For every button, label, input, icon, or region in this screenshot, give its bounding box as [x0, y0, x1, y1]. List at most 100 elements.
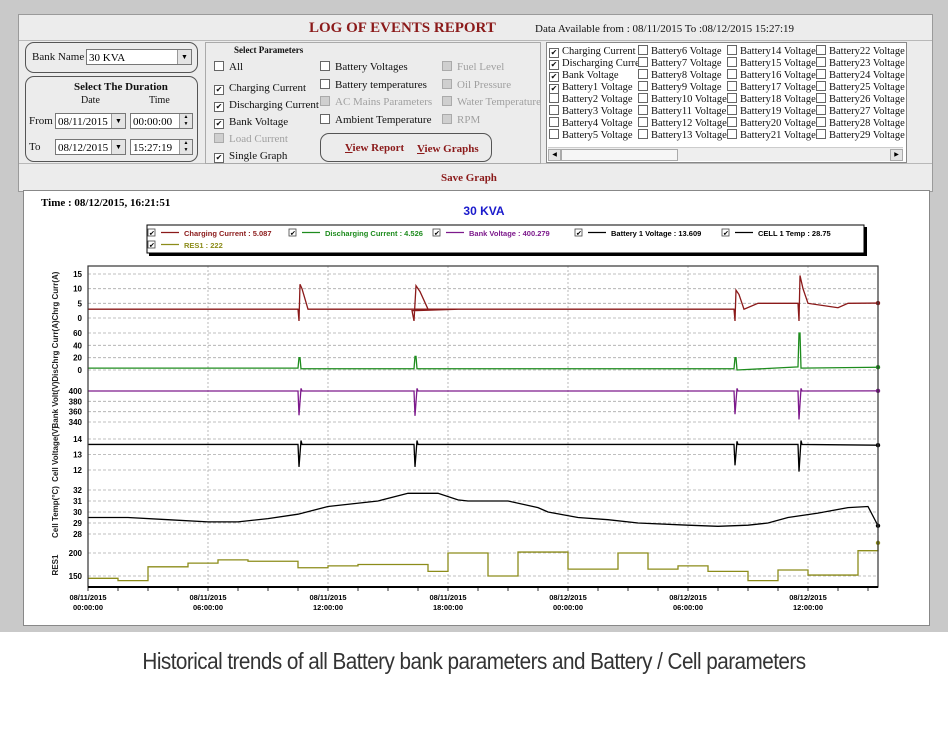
- chevron-down-icon[interactable]: ▼: [111, 140, 125, 154]
- view-report-accel: V: [345, 142, 353, 154]
- checkbox-icon[interactable]: [816, 69, 826, 79]
- checkbox-icon[interactable]: [816, 93, 826, 103]
- to-time-spinner[interactable]: 15:27:19 ▲ ▼: [130, 139, 193, 155]
- param-ambient-temperature-checkbox[interactable]: Ambient Temperature: [320, 114, 431, 127]
- checkbox-icon[interactable]: [816, 45, 826, 55]
- series-battery13-voltage-checkbox[interactable]: Battery13 Voltage: [638, 129, 727, 142]
- checkbox-label: Battery5 Voltage: [562, 130, 633, 141]
- spinner-arrows-icon[interactable]: ▲ ▼: [179, 114, 192, 128]
- checkbox-icon[interactable]: [638, 93, 648, 103]
- checkbox-label: Water Temperature: [457, 96, 541, 108]
- param-charging-current-checkbox[interactable]: ✔ Charging Current: [214, 82, 306, 95]
- param-discharging-current-checkbox[interactable]: ✔ Discharging Current: [214, 99, 319, 112]
- param-all-checkbox[interactable]: All: [214, 61, 243, 74]
- checkbox-icon[interactable]: [727, 57, 737, 67]
- param-single-graph-checkbox[interactable]: ✔ Single Graph: [214, 150, 287, 163]
- checkbox-icon[interactable]: [816, 57, 826, 67]
- param-battery-voltages-checkbox[interactable]: Battery Voltages: [320, 61, 408, 74]
- chevron-down-icon[interactable]: ▼: [177, 50, 191, 64]
- checkbox-icon[interactable]: [727, 105, 737, 115]
- checkbox-checked-icon[interactable]: ✔: [214, 85, 224, 95]
- checkbox-icon[interactable]: [727, 69, 737, 79]
- series-battery5-voltage-checkbox[interactable]: Battery5 Voltage: [549, 129, 632, 142]
- checkbox-label: Battery20 Voltage: [740, 118, 816, 129]
- checkbox-icon[interactable]: [320, 79, 330, 89]
- checkbox-label: Battery22 Voltage: [829, 46, 905, 57]
- chevron-down-icon[interactable]: ▼: [111, 114, 125, 128]
- checkbox-icon[interactable]: [638, 129, 648, 139]
- checkbox-label: Battery Voltages: [335, 61, 408, 73]
- checkbox-icon[interactable]: [638, 105, 648, 115]
- checkbox-icon[interactable]: [727, 81, 737, 91]
- checkbox-icon[interactable]: [214, 61, 224, 71]
- checkbox-icon[interactable]: [638, 69, 648, 79]
- checkbox-icon[interactable]: [816, 81, 826, 91]
- checkbox-icon[interactable]: [549, 105, 559, 115]
- checkmark-icon: ✔: [434, 231, 440, 238]
- checkbox-icon[interactable]: [638, 81, 648, 91]
- checkbox-icon[interactable]: [638, 45, 648, 55]
- checkbox-checked-icon[interactable]: ✔: [214, 153, 224, 163]
- checkbox-label: Battery4 Voltage: [562, 118, 633, 129]
- x-tick-label: 08/12/2015: [789, 593, 827, 602]
- checkbox-icon[interactable]: [320, 114, 330, 124]
- y-axis-title: RES1: [51, 554, 60, 575]
- view-report-link[interactable]: View Report: [345, 142, 404, 154]
- checkbox-icon[interactable]: [727, 93, 737, 103]
- checkbox-label: Battery7 Voltage: [651, 58, 722, 69]
- checkbox-checked-icon[interactable]: ✔: [214, 102, 224, 112]
- checkbox-icon[interactable]: [727, 45, 737, 55]
- series-battery21-voltage-checkbox[interactable]: Battery21 Voltage: [727, 129, 816, 142]
- scroll-left-icon[interactable]: ◀: [548, 149, 561, 161]
- horizontal-scrollbar[interactable]: ◀ ▶: [548, 147, 903, 161]
- checkbox-label: Battery12 Voltage: [651, 118, 727, 129]
- from-time-spinner[interactable]: 00:00:00 ▲ ▼: [130, 113, 193, 129]
- series-line-battery-1-voltage: [88, 440, 879, 472]
- checkbox-label: Battery10 Voltage: [651, 94, 727, 105]
- param-fuel-level-checkbox: Fuel Level: [442, 61, 504, 74]
- checkbox-label: Battery25 Voltage: [829, 82, 905, 93]
- param-bank-voltage-checkbox[interactable]: ✔ Bank Voltage: [214, 116, 288, 129]
- view-graphs-accel: V: [417, 143, 425, 155]
- to-date-picker[interactable]: 08/12/2015 ▼: [55, 139, 126, 155]
- from-date-picker[interactable]: 08/11/2015 ▼: [55, 113, 126, 129]
- spinner-arrows-icon[interactable]: ▲ ▼: [179, 140, 192, 154]
- checkbox-label: Battery17 Voltage: [740, 82, 816, 93]
- checkbox-label: Battery24 Voltage: [829, 70, 905, 81]
- checkbox-icon[interactable]: [727, 129, 737, 139]
- x-tick-label: 18:00:00: [433, 603, 463, 612]
- chart-title: 30 KVA: [463, 204, 504, 218]
- scroll-right-icon[interactable]: ▶: [890, 149, 903, 161]
- checkbox-icon[interactable]: [549, 117, 559, 127]
- checkbox-icon[interactable]: [549, 93, 559, 103]
- series-line-charging-current: [88, 275, 879, 322]
- checkbox-icon[interactable]: [816, 117, 826, 127]
- series-checklist[interactable]: ✔ Charging Current ✔ Discharging Curre: ✔ Ban…: [546, 42, 907, 163]
- checkbox-checked-icon[interactable]: ✔: [214, 119, 224, 129]
- x-tick-label: 12:00:00: [793, 603, 823, 612]
- checkbox-label: Fuel Level: [457, 61, 505, 73]
- checkbox-icon[interactable]: [727, 117, 737, 127]
- view-graphs-link[interactable]: View Graphs: [417, 143, 479, 155]
- checkbox-icon[interactable]: [549, 129, 559, 139]
- checkbox-icon: [320, 96, 330, 106]
- checkbox-icon[interactable]: [320, 61, 330, 71]
- bank-name-select[interactable]: 30 KVA ▼: [86, 49, 192, 65]
- scrollbar-thumb[interactable]: [561, 149, 678, 161]
- checkbox-icon[interactable]: [638, 57, 648, 67]
- legend-shadow: [864, 227, 867, 255]
- param-rpm-checkbox: RPM: [442, 114, 480, 127]
- y-axis-title: Bank Volt(V): [51, 381, 60, 428]
- date-header: Date: [81, 95, 100, 106]
- save-graph-link[interactable]: Save Graph: [441, 172, 497, 184]
- checkbox-icon[interactable]: [816, 129, 826, 139]
- param-battery-temperatures-checkbox[interactable]: Battery temperatures: [320, 79, 427, 92]
- checkbox-label: Battery3 Voltage: [562, 106, 633, 117]
- x-tick-label: 06:00:00: [193, 603, 223, 612]
- view-report-text: iew Report: [352, 142, 405, 154]
- duration-group: Select The Duration Date Time From 08/11…: [25, 76, 198, 162]
- series-battery29-voltage-checkbox[interactable]: Battery29 Voltage: [816, 129, 905, 142]
- checkbox-label: Battery29 Voltage: [829, 130, 905, 141]
- checkbox-icon[interactable]: [638, 117, 648, 127]
- checkbox-icon[interactable]: [816, 105, 826, 115]
